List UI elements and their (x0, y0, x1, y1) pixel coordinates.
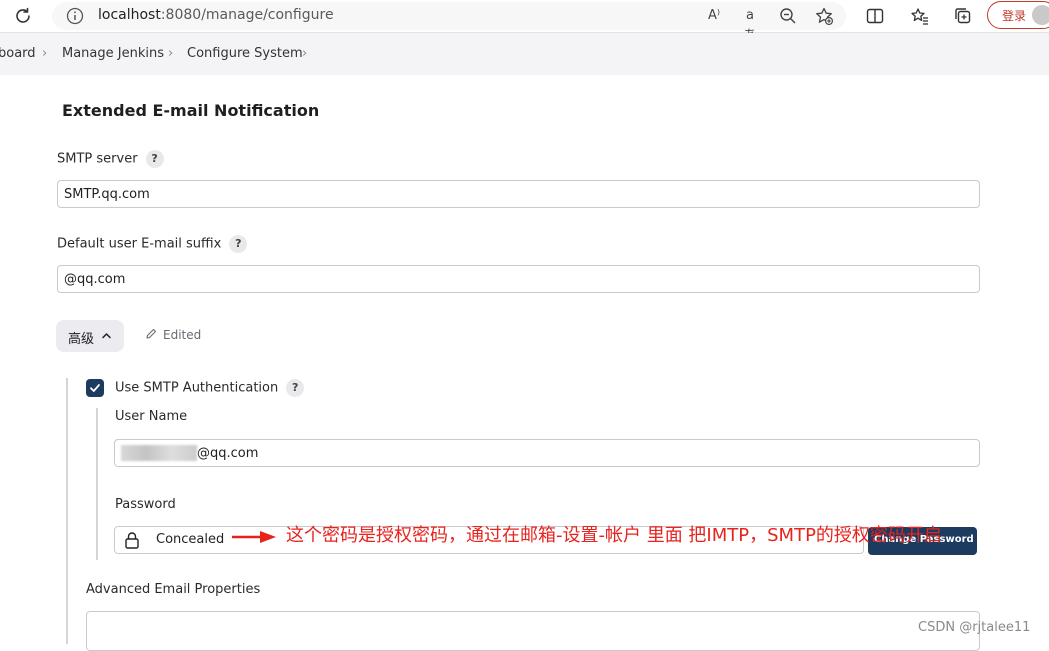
favorites-icon[interactable] (910, 6, 930, 26)
add-favorite-icon[interactable] (814, 6, 834, 26)
split-screen-icon[interactable] (865, 6, 885, 26)
chevron-up-icon (102, 333, 111, 339)
email-suffix-help-icon[interactable]: ? (229, 235, 248, 253)
advanced-email-properties-label: Advanced Email Properties (86, 582, 261, 597)
advanced-email-properties-textarea[interactable] (86, 611, 980, 651)
edited-indicator: Edited (145, 328, 201, 342)
zoom-out-icon[interactable] (778, 6, 798, 26)
collections-icon[interactable] (953, 6, 973, 26)
username-input[interactable] (114, 439, 980, 467)
username-label: User Name (115, 409, 188, 424)
password-label: Password (115, 497, 176, 512)
arrow-icon (232, 531, 276, 543)
url-text[interactable]: localhost:8080/manage/configure (98, 7, 334, 23)
breadcrumb-item-manage-jenkins[interactable]: Manage Jenkins (62, 46, 164, 61)
breadcrumb-separator: › (42, 46, 48, 61)
smtp-auth-label: Use SMTP Authentication? (115, 379, 305, 397)
reload-icon[interactable] (12, 5, 34, 27)
breadcrumb-separator: › (168, 46, 174, 61)
email-suffix-label: Default user E-mail suffix? (57, 235, 248, 253)
annotation-note: 这个密码是授权密码，通过在邮箱-设置-帐户 里面 把IMTP，SMTP的授权密码… (286, 525, 942, 546)
smtp-auth-label-text: Use SMTP Authentication (115, 380, 279, 396)
advanced-section-rail (66, 378, 68, 644)
smtp-server-input[interactable] (57, 180, 980, 208)
smtp-auth-help-icon[interactable]: ? (286, 379, 305, 397)
smtp-auth-checkbox[interactable] (86, 379, 104, 397)
browser-toolbar: localhost:8080/manage/configure A⁾ aあ 登录 (0, 0, 1049, 43)
smtp-server-help-icon[interactable]: ? (145, 150, 164, 168)
login-button[interactable]: 登录 (987, 1, 1049, 29)
smtp-auth-section-rail (96, 408, 98, 560)
login-label: 登录 (1002, 9, 1027, 23)
avatar (1032, 5, 1049, 25)
section-title: Extended E-mail Notification (62, 101, 320, 120)
check-icon (90, 384, 100, 392)
lock-icon (125, 532, 139, 549)
redacted-username (121, 445, 197, 461)
advanced-toggle-label: 高级 (68, 332, 95, 347)
breadcrumb: board › Manage Jenkins › Configure Syste… (0, 33, 1049, 75)
url-path: :8080/manage/configure (160, 7, 334, 23)
info-icon[interactable] (66, 7, 84, 25)
url-host: localhost (98, 7, 161, 23)
password-concealed-text: Concealed (156, 532, 225, 547)
breadcrumb-item-dashboard[interactable]: board (0, 46, 36, 61)
smtp-server-label-text: SMTP server (57, 151, 138, 167)
breadcrumb-item-configure-system[interactable]: Configure System (187, 46, 303, 61)
pencil-icon (146, 328, 157, 339)
watermark: CSDN @rjtalee11 (918, 620, 1031, 635)
address-bar[interactable]: localhost:8080/manage/configure A⁾ aあ (52, 2, 846, 43)
email-suffix-label-text: Default user E-mail suffix (57, 236, 222, 252)
translate-icon[interactable]: aあ (740, 6, 760, 43)
edited-label: Edited (163, 328, 202, 342)
advanced-toggle-button[interactable]: 高级 (56, 320, 124, 352)
breadcrumb-separator: › (302, 46, 308, 61)
smtp-server-label: SMTP server? (57, 150, 164, 168)
read-aloud-icon[interactable]: A⁾ (704, 6, 724, 26)
email-suffix-input[interactable] (57, 265, 980, 293)
